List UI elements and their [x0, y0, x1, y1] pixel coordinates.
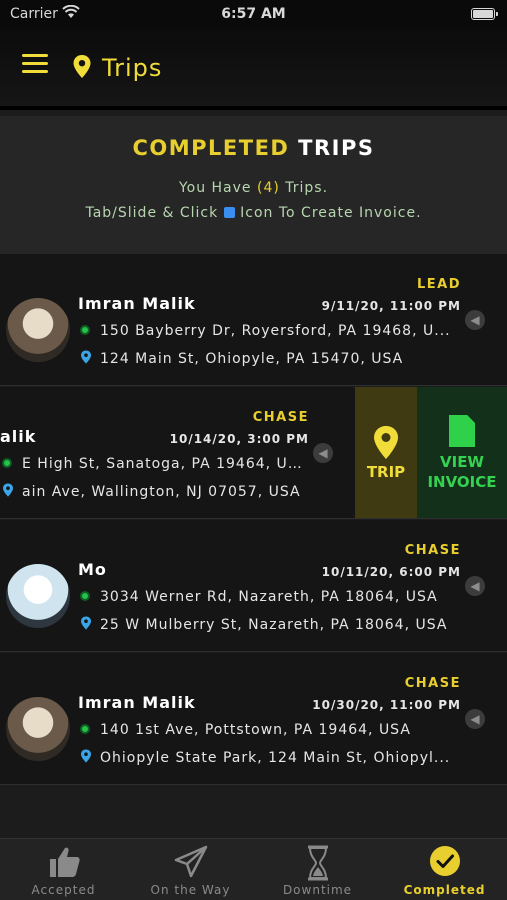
nav-divider: [0, 106, 507, 110]
status-bar: Carrier 6:57 AM: [0, 0, 507, 28]
avatar: [6, 298, 70, 362]
nav-bar: Trips: [0, 28, 507, 106]
tab-downtime[interactable]: Downtime: [254, 839, 381, 900]
pickup-dot-icon: [2, 458, 12, 468]
invoice-hint-text: Tab/Slide & Click Icon To Create Invoice…: [85, 205, 422, 221]
trip-action-button[interactable]: TRIP: [355, 387, 417, 518]
trip-row-swiped[interactable]: alik CHASE 10/14/20, 3:00 PM E High St, …: [0, 387, 507, 519]
page-title: Trips: [102, 54, 163, 82]
trip-date: 10/14/20, 3:00 PM: [169, 432, 309, 446]
trip-row[interactable]: Imran Malik CHASE 10/30/20, 11:00 PM 140…: [0, 653, 507, 785]
trip-action-label: TRIP: [366, 463, 406, 481]
dropoff-address: 25 W Mulberry St, Nazareth, PA 18064, US…: [80, 616, 460, 633]
pickup-address: 3034 Werner Rd, Nazareth, PA 18064, USA: [80, 589, 460, 605]
invoice-icon: [223, 207, 235, 218]
thumbs-up-icon: [49, 847, 80, 877]
dropoff-address: ain Ave, Wallington, NJ 07057, USA: [2, 483, 302, 500]
paper-plane-icon: [174, 845, 207, 878]
tab-bar: Accepted On the Way Downtime Completed: [0, 838, 507, 900]
swipe-arrow-icon[interactable]: ◀: [465, 310, 485, 330]
avatar: [6, 697, 70, 761]
trip-tag: CHASE: [252, 410, 309, 425]
avatar: [6, 564, 70, 628]
tab-on-the-way[interactable]: On the Way: [127, 839, 254, 900]
tab-completed[interactable]: Completed: [381, 839, 507, 900]
pickup-dot-icon: [80, 591, 90, 601]
location-pin-icon: [72, 54, 92, 84]
dropoff-address: Ohiopyle State Park, 124 Main St, Ohiopy…: [80, 749, 460, 766]
trip-tag: CHASE: [404, 543, 461, 558]
swipe-arrow-icon[interactable]: ◀: [313, 443, 333, 463]
driver-name: alik: [0, 427, 37, 446]
trip-date: 9/11/20, 11:00 PM: [321, 299, 461, 313]
tab-accepted[interactable]: Accepted: [0, 839, 127, 900]
trip-row[interactable]: Imran Malik LEAD 9/11/20, 11:00 PM 150 B…: [0, 254, 507, 386]
dropoff-pin-icon: [81, 616, 91, 630]
pickup-address: 150 Bayberry Dr, Royersford, PA 19468, U…: [80, 323, 460, 339]
check-circle-icon: [429, 846, 460, 876]
pickup-address: E High St, Sanatoga, PA 19464, USA: [2, 456, 302, 472]
trip-tag: LEAD: [416, 277, 461, 292]
battery-icon: [471, 8, 498, 20]
trip-pin-icon: [374, 426, 398, 459]
driver-name: Mo: [78, 560, 107, 579]
view-invoice-label: VIEW INVOICE: [427, 453, 497, 491]
trip-tag: CHASE: [404, 676, 461, 691]
hamburger-menu-icon[interactable]: [22, 54, 48, 74]
completed-trips-header: COMPLETED TRIPS You Have (4) Trips. Tab/…: [0, 116, 507, 254]
trip-row[interactable]: Mo CHASE 10/11/20, 6:00 PM 3034 Werner R…: [0, 520, 507, 652]
driver-name: Imran Malik: [78, 693, 196, 712]
document-icon: [449, 415, 475, 447]
dropoff-pin-icon: [81, 749, 91, 763]
pickup-address: 140 1st Ave, Pottstown, PA 19464, USA: [80, 722, 460, 738]
status-time: 6:57 AM: [221, 6, 286, 22]
swipe-arrow-icon[interactable]: ◀: [465, 709, 485, 729]
view-invoice-button[interactable]: VIEW INVOICE: [417, 387, 507, 518]
dropoff-pin-icon: [81, 350, 91, 364]
hourglass-icon: [307, 845, 328, 881]
swipe-arrow-icon[interactable]: ◀: [465, 576, 485, 596]
pickup-dot-icon: [80, 325, 90, 335]
trip-count-text: You Have (4) Trips.: [178, 180, 329, 196]
trip-count: (4): [256, 180, 280, 196]
section-heading: COMPLETED TRIPS: [132, 136, 375, 160]
dropoff-pin-icon: [3, 483, 13, 497]
trip-date: 10/11/20, 6:00 PM: [321, 565, 461, 579]
trip-date: 10/30/20, 11:00 PM: [312, 698, 461, 712]
swiped-trip-content: alik CHASE 10/14/20, 3:00 PM E High St, …: [0, 387, 355, 518]
dropoff-address: 124 Main St, Ohiopyle, PA 15470, USA: [80, 350, 460, 367]
pickup-dot-icon: [80, 724, 90, 734]
driver-name: Imran Malik: [78, 294, 196, 313]
